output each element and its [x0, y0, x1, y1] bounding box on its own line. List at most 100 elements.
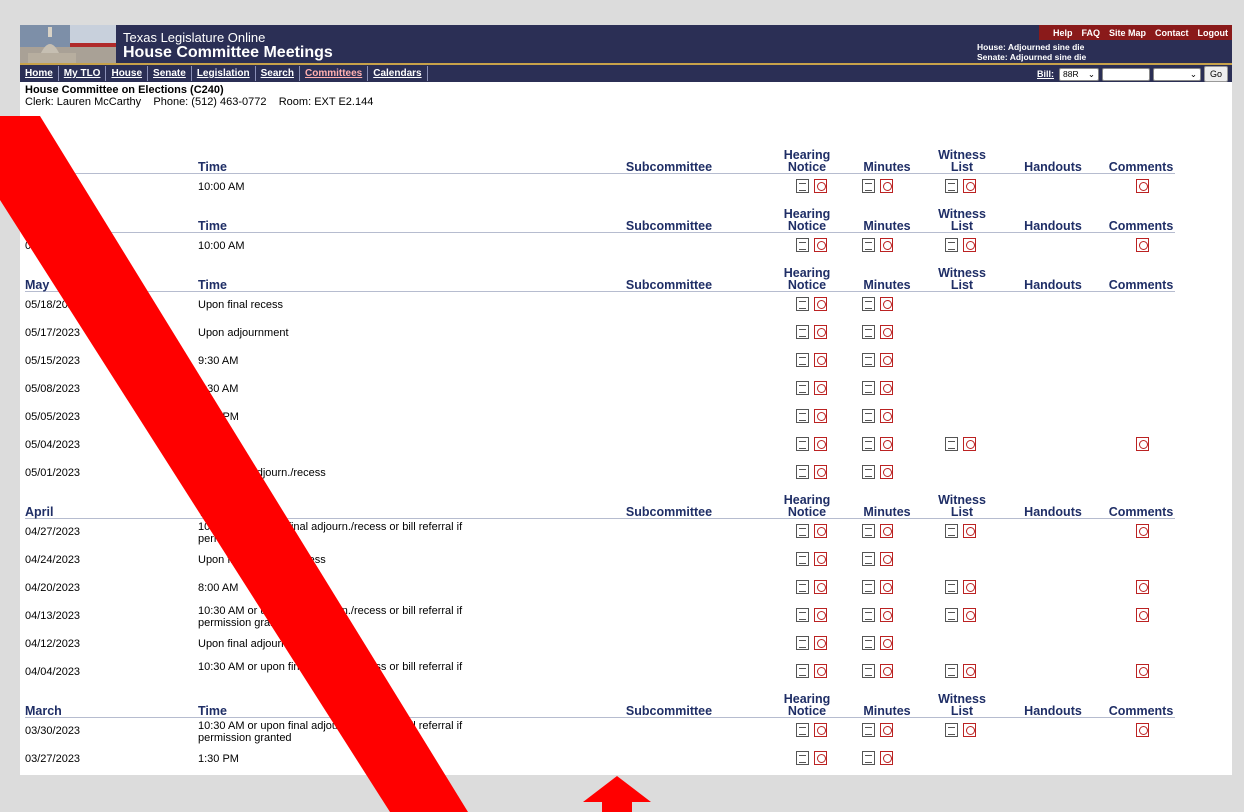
minutes-text-icon[interactable] [862, 524, 875, 538]
minutes-text-icon[interactable] [862, 552, 875, 566]
nav-legislation[interactable]: Legislation [192, 66, 256, 81]
minutes-text-icon[interactable] [862, 751, 875, 765]
hearing-notice-text-icon[interactable] [796, 325, 809, 339]
witness-list-pdf-icon[interactable] [963, 437, 976, 451]
meeting-date[interactable]: 03/30/2023 [25, 725, 80, 737]
minutes-pdf-icon[interactable] [880, 409, 893, 423]
witness-list-pdf-icon[interactable] [963, 723, 976, 737]
hearing-notice-pdf-icon[interactable] [814, 465, 827, 479]
meeting-date[interactable]: 03/27/2023 [25, 753, 80, 765]
meeting-date[interactable]: 05/04/2023 [25, 439, 80, 451]
hearing-notice-text-icon[interactable] [796, 524, 809, 538]
comments-pdf-icon[interactable] [1136, 723, 1149, 737]
meeting-date[interactable]: 04/13/2023 [25, 610, 80, 622]
hearing-notice-pdf-icon[interactable] [814, 409, 827, 423]
minutes-text-icon[interactable] [862, 580, 875, 594]
go-button[interactable]: Go [1204, 66, 1228, 82]
bill-type-select[interactable]: ⌄ [1153, 67, 1201, 81]
hearing-notice-text-icon[interactable] [796, 723, 809, 737]
comments-pdf-icon[interactable] [1136, 664, 1149, 678]
hearing-notice-pdf-icon[interactable] [814, 353, 827, 367]
minutes-pdf-icon[interactable] [880, 608, 893, 622]
minutes-text-icon[interactable] [862, 353, 875, 367]
minutes-text-icon[interactable] [862, 238, 875, 252]
nav-committees[interactable]: Committees [300, 66, 369, 81]
hearing-notice-text-icon[interactable] [796, 664, 809, 678]
site-map-link[interactable]: Site Map [1109, 28, 1146, 38]
meeting-date[interactable]: 05/01/2023 [25, 467, 80, 479]
witness-list-text-icon[interactable] [945, 580, 958, 594]
hearing-notice-text-icon[interactable] [796, 751, 809, 765]
meeting-date[interactable]: 05/18/2023 [25, 299, 80, 311]
hearing-notice-text-icon[interactable] [796, 353, 809, 367]
hearing-notice-pdf-icon[interactable] [814, 608, 827, 622]
minutes-pdf-icon[interactable] [880, 636, 893, 650]
meeting-date[interactable]: 05/08/2023 [25, 383, 80, 395]
hearing-notice-text-icon[interactable] [796, 552, 809, 566]
comments-pdf-icon[interactable] [1136, 179, 1149, 193]
meeting-date[interactable]: 04/24/2023 [25, 554, 80, 566]
comments-pdf-icon[interactable] [1136, 524, 1149, 538]
hearing-notice-pdf-icon[interactable] [814, 664, 827, 678]
nav-search[interactable]: Search [256, 66, 300, 81]
witness-list-pdf-icon[interactable] [963, 524, 976, 538]
meeting-date[interactable]: 04/20/2023 [25, 582, 80, 594]
minutes-text-icon[interactable] [862, 325, 875, 339]
help-link[interactable]: Help [1053, 28, 1073, 38]
minutes-text-icon[interactable] [862, 465, 875, 479]
hearing-notice-text-icon[interactable] [796, 580, 809, 594]
minutes-text-icon[interactable] [862, 437, 875, 451]
minutes-pdf-icon[interactable] [880, 325, 893, 339]
hearing-notice-text-icon[interactable] [796, 179, 809, 193]
meeting-date[interactable]: 05/17/2023 [25, 327, 80, 339]
meeting-date[interactable]: 04/12/2023 [25, 638, 80, 650]
faq-link[interactable]: FAQ [1081, 28, 1100, 38]
nav-senate[interactable]: Senate [148, 66, 192, 81]
hearing-notice-pdf-icon[interactable] [814, 580, 827, 594]
meeting-date[interactable]: 05/05/2023 [25, 411, 80, 423]
hearing-notice-pdf-icon[interactable] [814, 238, 827, 252]
hearing-notice-text-icon[interactable] [796, 437, 809, 451]
minutes-text-icon[interactable] [862, 381, 875, 395]
witness-list-text-icon[interactable] [945, 179, 958, 193]
minutes-pdf-icon[interactable] [880, 580, 893, 594]
minutes-text-icon[interactable] [862, 608, 875, 622]
minutes-pdf-icon[interactable] [880, 381, 893, 395]
minutes-pdf-icon[interactable] [880, 524, 893, 538]
witness-list-pdf-icon[interactable] [963, 238, 976, 252]
hearing-notice-pdf-icon[interactable] [814, 524, 827, 538]
nav-calendars[interactable]: Calendars [368, 66, 428, 81]
hearing-notice-pdf-icon[interactable] [814, 552, 827, 566]
minutes-pdf-icon[interactable] [880, 437, 893, 451]
meeting-date[interactable]: 04/04/2023 [25, 666, 80, 678]
minutes-text-icon[interactable] [862, 297, 875, 311]
minutes-pdf-icon[interactable] [880, 664, 893, 678]
witness-list-text-icon[interactable] [945, 437, 958, 451]
minutes-text-icon[interactable] [862, 664, 875, 678]
witness-list-pdf-icon[interactable] [963, 664, 976, 678]
hearing-notice-pdf-icon[interactable] [814, 636, 827, 650]
nav-house[interactable]: House [106, 66, 149, 81]
session-select[interactable]: 88R ⌄ [1059, 67, 1099, 81]
minutes-pdf-icon[interactable] [880, 238, 893, 252]
minutes-pdf-icon[interactable] [880, 465, 893, 479]
minutes-pdf-icon[interactable] [880, 297, 893, 311]
hearing-notice-pdf-icon[interactable] [814, 325, 827, 339]
hearing-notice-pdf-icon[interactable] [814, 751, 827, 765]
comments-pdf-icon[interactable] [1136, 608, 1149, 622]
meeting-date[interactable]: 06/12/2024 [25, 240, 80, 252]
witness-list-text-icon[interactable] [945, 524, 958, 538]
hearing-notice-pdf-icon[interactable] [814, 297, 827, 311]
witness-list-text-icon[interactable] [945, 238, 958, 252]
hearing-notice-text-icon[interactable] [796, 608, 809, 622]
witness-list-text-icon[interactable] [945, 723, 958, 737]
witness-list-text-icon[interactable] [945, 608, 958, 622]
minutes-pdf-icon[interactable] [880, 552, 893, 566]
contact-link[interactable]: Contact [1155, 28, 1189, 38]
nav-home[interactable]: Home [20, 66, 59, 81]
meeting-date[interactable]: 04/27/2023 [25, 526, 80, 538]
minutes-text-icon[interactable] [862, 409, 875, 423]
meeting-date[interactable]: 05/15/2023 [25, 355, 80, 367]
comments-pdf-icon[interactable] [1136, 580, 1149, 594]
logout-link[interactable]: Logout [1198, 28, 1229, 38]
